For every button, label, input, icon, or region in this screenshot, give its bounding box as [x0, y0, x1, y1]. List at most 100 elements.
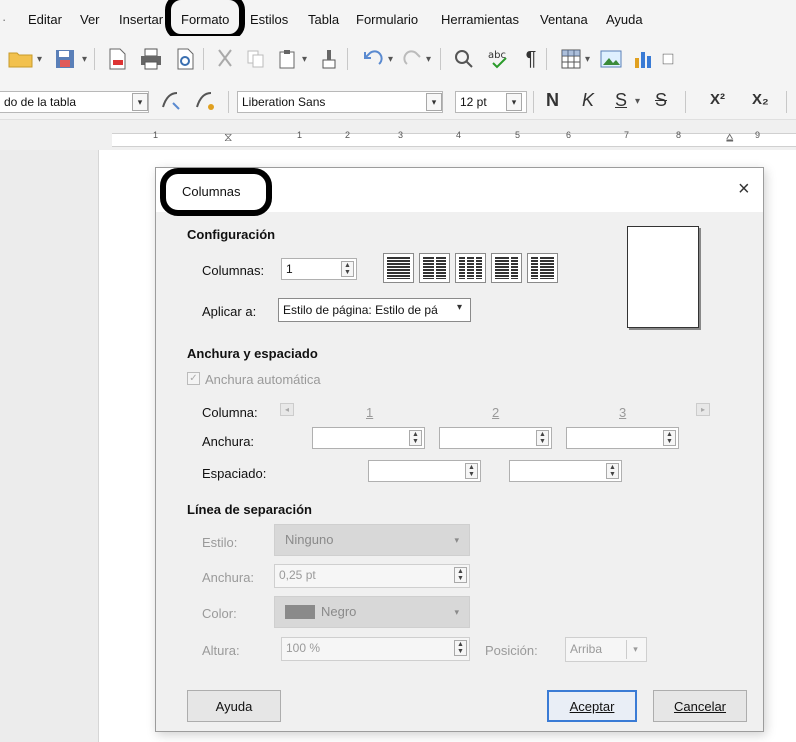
preset-two-right-wide[interactable]: [527, 253, 558, 283]
preset-three-columns[interactable]: [455, 253, 486, 283]
toolbar-separator: [347, 48, 348, 70]
position-value: Arriba: [570, 642, 603, 656]
copy-icon[interactable]: [243, 46, 269, 72]
chevron-down-icon[interactable]: ▾: [302, 54, 307, 65]
spin-updown-icon[interactable]: ▲ ▼: [454, 567, 467, 583]
columns-value: 1: [286, 262, 293, 276]
insert-table-icon[interactable]: [558, 46, 584, 72]
font-name-combo[interactable]: Liberation Sans: [237, 91, 443, 113]
export-pdf-icon[interactable]: [104, 46, 130, 72]
chevron-down-icon[interactable]: ▾: [426, 93, 442, 111]
chevron-down-icon[interactable]: ▾: [454, 597, 459, 627]
cancel-button[interactable]: Cancelar: [653, 690, 747, 722]
subscript-button[interactable]: X₂: [752, 91, 769, 108]
menu-formulario[interactable]: Formulario: [356, 12, 418, 27]
preset-one-column[interactable]: [383, 253, 414, 283]
col3-width-field[interactable]: ▲ ▼: [566, 427, 679, 449]
menu-editar[interactable]: Editar: [28, 12, 62, 27]
spin-updown-icon[interactable]: ▲ ▼: [465, 463, 478, 479]
columns-stepper[interactable]: 1 ▲ ▼: [281, 258, 357, 280]
spin-updown-icon[interactable]: ▲ ▼: [663, 430, 676, 446]
menu-ver[interactable]: Ver: [80, 12, 100, 27]
line-width-label: Anchura:: [202, 570, 255, 585]
find-replace-icon[interactable]: [452, 46, 478, 72]
insert-textbox-icon[interactable]: [662, 46, 674, 72]
close-icon[interactable]: ×: [738, 178, 750, 201]
ok-button[interactable]: Aceptar: [547, 690, 637, 722]
line-style-select[interactable]: Ninguno ▾: [274, 524, 470, 556]
bold-button[interactable]: N: [546, 90, 559, 111]
chevron-down-icon[interactable]: ▾: [506, 93, 522, 111]
apply-to-select[interactable]: Estilo de página: Estilo de pá: [278, 298, 471, 322]
new-style-icon[interactable]: [192, 88, 218, 114]
chevron-down-icon[interactable]: ▾: [585, 54, 590, 65]
auto-width-checkbox[interactable]: ✓: [187, 372, 200, 385]
superscript-button[interactable]: X²: [710, 91, 725, 108]
chevron-down-icon[interactable]: ▾: [132, 93, 148, 111]
formatting-marks-icon[interactable]: ¶: [518, 46, 544, 72]
italic-button[interactable]: K: [582, 90, 594, 111]
chevron-down-icon[interactable]: ▾: [388, 54, 393, 65]
menubar: · Editar Ver Insertar Formato Estilos Ta…: [0, 0, 796, 40]
chevron-down-icon[interactable]: ▾: [457, 302, 462, 313]
help-button[interactable]: Ayuda: [187, 690, 281, 722]
clone-formatting-icon[interactable]: [316, 46, 342, 72]
horizontal-ruler[interactable]: 1 ⧖ 1 2 3 4 5 6 7 8 ⩠ 9: [112, 130, 796, 147]
col1-width-field[interactable]: ▲ ▼: [312, 427, 425, 449]
ruler-number: 2: [345, 130, 351, 140]
chevron-down-icon[interactable]: ▾: [426, 54, 431, 65]
menu-ayuda[interactable]: Ayuda: [606, 12, 643, 27]
chevron-down-icon[interactable]: ▾: [37, 54, 42, 65]
redo-icon[interactable]: [400, 46, 426, 72]
menu-estilos[interactable]: Estilos: [250, 12, 288, 27]
open-folder-icon[interactable]: [8, 46, 34, 72]
toolbar-separator: [685, 91, 686, 113]
chevron-down-icon[interactable]: ▾: [635, 96, 640, 107]
line-color-select[interactable]: Negro ▾: [274, 596, 470, 628]
update-style-icon[interactable]: [158, 88, 184, 114]
indent-marker-icon[interactable]: ⧖: [224, 130, 232, 145]
line-width-field[interactable]: 0,25 pt ▲ ▼: [274, 564, 470, 588]
menu-tabla[interactable]: Tabla: [308, 12, 339, 27]
print-icon[interactable]: [138, 46, 164, 72]
spacing-1-2-field[interactable]: ▲ ▼: [368, 460, 481, 482]
cancel-button-label: Cancelar: [673, 698, 727, 714]
width-spacing-heading: Anchura y espaciado: [187, 346, 318, 361]
chevron-down-icon[interactable]: ▾: [626, 640, 644, 659]
spacing-2-3-field[interactable]: ▲ ▼: [509, 460, 622, 482]
arrow-right-icon[interactable]: ▸: [696, 403, 710, 416]
paragraph-style-combo[interactable]: do de la tabla: [0, 91, 149, 113]
save-icon[interactable]: [52, 46, 78, 72]
line-height-field[interactable]: 100 % ▲ ▼: [281, 637, 470, 661]
strikethrough-button[interactable]: S: [655, 90, 667, 111]
column-number-2: 2: [492, 405, 500, 420]
insert-image-icon[interactable]: [598, 46, 624, 72]
col2-width-field[interactable]: ▲ ▼: [439, 427, 552, 449]
menu-herramientas[interactable]: Herramientas: [441, 12, 519, 27]
color-swatch: [285, 605, 315, 619]
arrow-left-icon[interactable]: ◂: [280, 403, 294, 416]
undo-icon[interactable]: [360, 46, 386, 72]
print-preview-icon[interactable]: [172, 46, 198, 72]
insert-chart-icon[interactable]: [630, 46, 656, 72]
underline-button[interactable]: S: [615, 90, 627, 111]
spin-updown-icon[interactable]: ▲ ▼: [454, 640, 467, 656]
ruler-number: 9: [755, 130, 761, 140]
spellcheck-icon[interactable]: abc: [487, 46, 513, 72]
chevron-down-icon[interactable]: ▾: [454, 525, 459, 555]
line-height-label: Altura:: [202, 643, 240, 658]
right-indent-marker-icon[interactable]: ⩠: [726, 130, 733, 145]
spin-updown-icon[interactable]: ▲ ▼: [341, 261, 354, 277]
paste-icon[interactable]: [275, 46, 301, 72]
chevron-down-icon[interactable]: ▾: [82, 54, 87, 65]
menu-insertar[interactable]: Insertar: [119, 12, 163, 27]
spin-updown-icon[interactable]: ▲ ▼: [409, 430, 422, 446]
menu-ventana[interactable]: Ventana: [540, 12, 588, 27]
cut-icon[interactable]: [212, 46, 238, 72]
preset-two-columns[interactable]: [419, 253, 450, 283]
spin-updown-icon[interactable]: ▲ ▼: [536, 430, 549, 446]
spin-updown-icon[interactable]: ▲ ▼: [606, 463, 619, 479]
position-select[interactable]: Arriba ▾: [565, 637, 647, 662]
preset-two-left-wide[interactable]: [491, 253, 522, 283]
ruler-number: 5: [515, 130, 521, 140]
